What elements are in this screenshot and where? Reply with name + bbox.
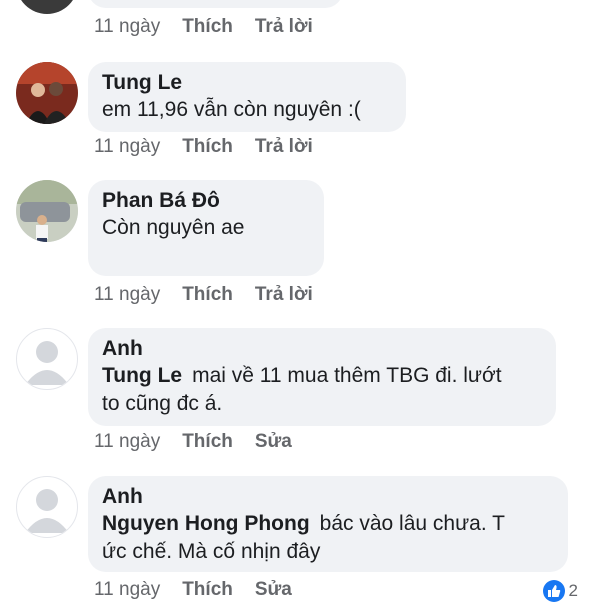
photo-avatar-icon <box>16 62 78 124</box>
comment-text: Nguyen Hong Phong bác vào lâu chưa. T ức … <box>102 510 554 566</box>
default-avatar-icon <box>25 341 69 385</box>
avatar[interactable] <box>16 476 78 538</box>
comment-text: Tung Le mai về 11 mua thêm TBG đi. lướt t… <box>102 362 542 418</box>
comment-time[interactable]: 11 ngày <box>94 578 160 602</box>
comment-text-line: mai về 11 mua thêm TBG đi. lướt <box>192 364 502 387</box>
comment-bubble: Anh Tung Le mai về 11 mua thêm TBG đi. lư… <box>88 328 556 426</box>
comment-text: Còn nguyên ae <box>102 216 245 239</box>
like-link[interactable]: Thích <box>182 135 233 159</box>
comment-bubble: Anh Nguyen Hong Phong bác vào lâu chưa. T… <box>88 476 568 572</box>
comment-author[interactable]: Phan Bá Đô <box>102 188 310 214</box>
comment-text-line: bác vào lâu chưa. T <box>319 512 505 535</box>
comment-time[interactable]: 11 ngày <box>94 430 160 454</box>
avatar[interactable] <box>16 180 78 242</box>
avatar[interactable] <box>16 62 78 124</box>
comment-time[interactable]: 11 ngày <box>94 135 160 159</box>
reply-link[interactable]: Trả lời <box>255 15 313 39</box>
mention-link[interactable]: Tung Le <box>102 364 182 387</box>
comment-time[interactable]: 11 ngày <box>94 283 160 307</box>
comment-actions: 11 ngày Thích Sửa <box>94 578 292 602</box>
comment-actions: 11 ngày Thích Trả lời <box>94 15 313 39</box>
like-icon <box>542 580 565 602</box>
reply-link[interactable]: Trả lời <box>255 283 313 307</box>
comment-text-line: ức chế. Mà cố nhịn đây <box>102 540 321 563</box>
comment-actions: 11 ngày Thích Sửa <box>94 430 292 454</box>
photo-avatar-icon <box>16 180 78 242</box>
comment-author[interactable]: Tung Le <box>102 70 392 96</box>
comment-bubble: Phan Bá Đô Còn nguyên ae <box>88 180 324 276</box>
reaction-summary[interactable]: 2 <box>542 580 578 602</box>
like-link[interactable]: Thích <box>182 15 233 39</box>
like-link[interactable]: Thích <box>182 578 233 602</box>
avatar[interactable] <box>16 0 78 14</box>
comment-text-line: to cũng đc á. <box>102 392 223 415</box>
default-avatar-icon <box>25 489 69 533</box>
edit-link[interactable]: Sửa <box>255 578 292 602</box>
like-link[interactable]: Thích <box>182 430 233 454</box>
reaction-count: 2 <box>568 581 578 600</box>
comment-time: 11 ngày <box>94 16 161 37</box>
edit-link[interactable]: Sửa <box>255 430 292 454</box>
comment-bubble <box>88 0 343 8</box>
comment-text: em 11,96 vẫn còn nguyên :( <box>102 98 361 121</box>
reply-link[interactable]: Trả lời <box>255 135 313 159</box>
comment-author[interactable]: Anh <box>102 336 542 362</box>
avatar[interactable] <box>16 328 78 390</box>
mention-link[interactable]: Nguyen Hong Phong <box>102 512 310 535</box>
comment-actions: 11 ngày Thích Trả lời <box>94 283 313 307</box>
comment-actions: 11 ngày Thích Trả lời <box>94 135 313 159</box>
comment-bubble: Tung Le em 11,96 vẫn còn nguyên :( <box>88 62 406 132</box>
comment-author[interactable]: Anh <box>102 484 554 510</box>
like-link[interactable]: Thích <box>182 283 233 307</box>
